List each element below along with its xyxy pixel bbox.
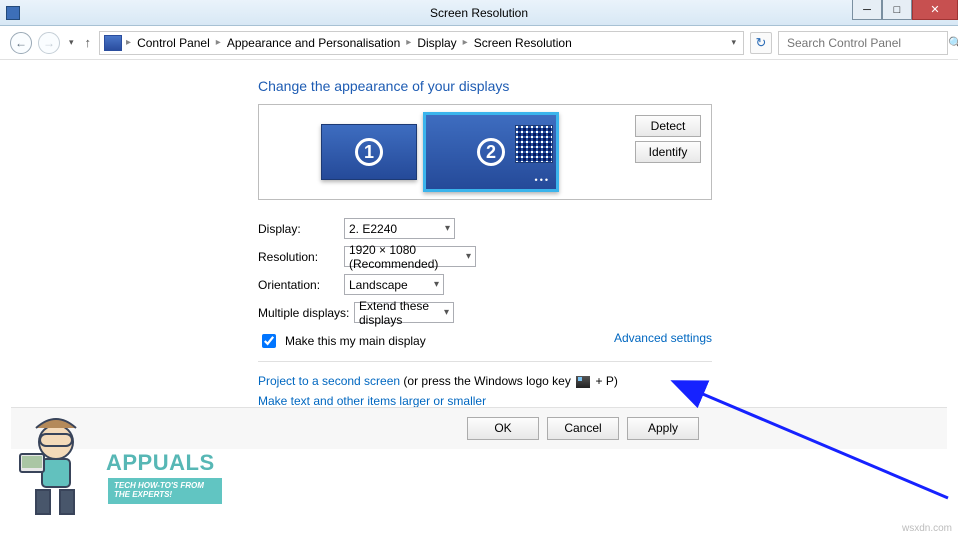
- project-hint-text: (or press the Windows logo key: [403, 374, 574, 388]
- chevron-right-icon: ▸: [126, 37, 131, 48]
- crumb-appearance[interactable]: Appearance and Personalisation: [223, 36, 404, 50]
- monitor-1-number: 1: [355, 138, 383, 166]
- project-second-screen-link[interactable]: Project to a second screen: [258, 374, 400, 388]
- close-button[interactable]: ✕: [912, 0, 958, 20]
- up-button[interactable]: ↑: [83, 35, 94, 50]
- refresh-button[interactable]: ↻: [750, 32, 772, 54]
- display-label: Display:: [258, 222, 344, 236]
- metro-grid-icon: [515, 125, 553, 163]
- recent-dropdown-icon[interactable]: ▾: [66, 37, 77, 48]
- search-box[interactable]: 🔍: [778, 31, 948, 55]
- resolution-label: Resolution:: [258, 250, 344, 264]
- crumb-display[interactable]: Display: [413, 36, 460, 50]
- resolution-select[interactable]: 1920 × 1080 (Recommended): [344, 246, 476, 267]
- watermark-text: wsxdn.com: [902, 523, 952, 534]
- detect-button[interactable]: Detect: [635, 115, 701, 137]
- appuals-logo: APPUALS TECH HOW-TO'S FROM THE EXPERTS!: [12, 414, 212, 524]
- nav-bar: ← → ▾ ↑ ▸ Control Panel ▸ Appearance and…: [0, 26, 958, 60]
- main-display-checkbox-label: Make this my main display: [285, 334, 426, 348]
- advanced-settings-link[interactable]: Advanced settings: [614, 331, 712, 345]
- drag-dots-icon: •••: [535, 175, 550, 185]
- multiple-displays-label: Multiple displays:: [258, 306, 354, 320]
- breadcrumb[interactable]: ▸ Control Panel ▸ Appearance and Persona…: [99, 31, 744, 55]
- identify-button[interactable]: Identify: [635, 141, 701, 163]
- cancel-button[interactable]: Cancel: [547, 417, 619, 440]
- crumb-control-panel[interactable]: Control Panel: [133, 36, 214, 50]
- control-panel-icon: [104, 35, 122, 51]
- monitor-1[interactable]: 1: [321, 124, 417, 180]
- search-input[interactable]: [785, 35, 944, 51]
- chevron-right-icon: ▸: [463, 37, 468, 48]
- orientation-select[interactable]: Landscape: [344, 274, 444, 295]
- main-display-checkbox[interactable]: [262, 334, 276, 348]
- chevron-right-icon: ▸: [216, 37, 221, 48]
- monitor-preview-box: 1 2 ••• Detect Identify: [258, 104, 712, 200]
- monitor-2-selected[interactable]: 2 •••: [423, 112, 559, 192]
- display-select[interactable]: 2. E2240: [344, 218, 455, 239]
- forward-button[interactable]: →: [38, 32, 60, 54]
- title-bar: Screen Resolution ─ □ ✕: [0, 0, 958, 26]
- text-size-link[interactable]: Make text and other items larger or smal…: [258, 394, 486, 408]
- cartoon-mascot-icon: [12, 414, 102, 524]
- app-icon: [6, 6, 20, 20]
- chevron-right-icon: ▸: [406, 37, 411, 48]
- logo-tagline: TECH HOW-TO'S FROM THE EXPERTS!: [108, 478, 222, 504]
- path-dropdown-icon[interactable]: ▾: [728, 37, 739, 48]
- apply-button[interactable]: Apply: [627, 417, 699, 440]
- orientation-label: Orientation:: [258, 278, 344, 292]
- monitor-2-number: 2: [477, 138, 505, 166]
- content-area: Change the appearance of your displays 1…: [0, 60, 958, 434]
- window-title: Screen Resolution: [430, 6, 528, 20]
- separator: [258, 361, 712, 362]
- windows-key-icon: [576, 376, 590, 388]
- back-button[interactable]: ←: [10, 32, 32, 54]
- project-hint-end: + P): [596, 374, 618, 388]
- logo-brand-text: APPUALS: [106, 450, 215, 476]
- ok-button[interactable]: OK: [467, 417, 539, 440]
- search-icon: 🔍: [948, 36, 958, 50]
- maximize-button[interactable]: □: [882, 0, 912, 20]
- minimize-button[interactable]: ─: [852, 0, 882, 20]
- multiple-displays-select[interactable]: Extend these displays: [354, 302, 454, 323]
- page-heading: Change the appearance of your displays: [258, 78, 958, 94]
- crumb-screen-resolution[interactable]: Screen Resolution: [470, 36, 576, 50]
